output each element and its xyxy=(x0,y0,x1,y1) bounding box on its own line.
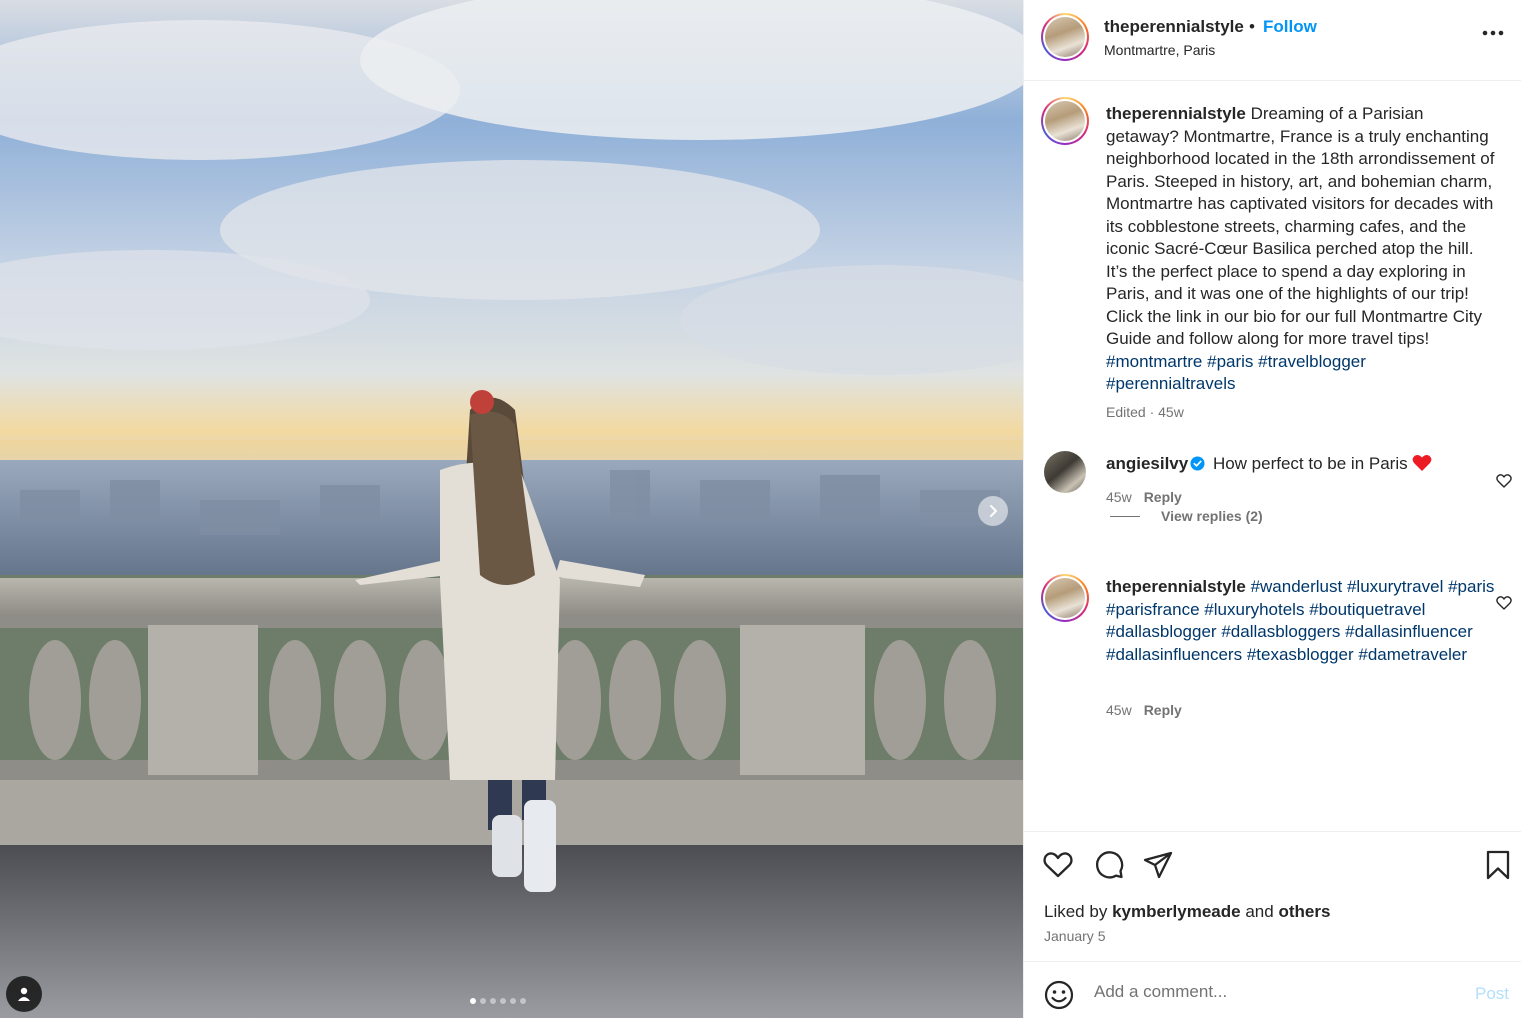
hashtag[interactable]: #dallasbloggers xyxy=(1221,622,1340,641)
likes-summary[interactable]: Liked by kymberlymeade and others xyxy=(1044,902,1330,922)
carousel-dot xyxy=(500,998,506,1004)
add-comment-bar: Post xyxy=(1024,961,1521,1018)
carousel-dot xyxy=(510,998,516,1004)
comment-icon[interactable] xyxy=(1093,849,1125,881)
hashtag[interactable]: #perennialtravels xyxy=(1106,374,1235,393)
emoji-icon[interactable] xyxy=(1043,979,1075,1011)
hashtag[interactable]: #paris xyxy=(1207,352,1253,371)
hashtag[interactable]: #dallasinfluencer xyxy=(1345,622,1473,641)
carousel-dot xyxy=(520,998,526,1004)
hashtag[interactable]: #travelblogger xyxy=(1258,352,1366,371)
post-photo xyxy=(0,0,1023,1018)
chevron-right-icon xyxy=(990,505,997,517)
hashtag[interactable]: #texasblogger xyxy=(1247,645,1354,664)
bookmark-icon[interactable] xyxy=(1482,849,1514,881)
hashtag[interactable]: #luxuryhotels xyxy=(1204,600,1304,619)
verified-badge-icon xyxy=(1190,456,1205,471)
carousel-next-button[interactable] xyxy=(978,496,1008,526)
carousel-dot xyxy=(490,998,496,1004)
liker-username[interactable]: kymberlymeade xyxy=(1112,902,1241,921)
hashtag[interactable]: #luxurytravel xyxy=(1347,577,1443,596)
comments-list[interactable]: theperennialstyle Dreaming of a Parisian… xyxy=(1024,81,1521,831)
caption-body: Dreaming of a Parisian getaway? Montmart… xyxy=(1106,104,1495,348)
separator-dot: • xyxy=(1249,17,1255,36)
caption-username[interactable]: theperennialstyle xyxy=(1106,104,1246,123)
hashtag[interactable]: #dallasblogger xyxy=(1106,622,1217,641)
hashtag[interactable]: #boutiquetravel xyxy=(1309,600,1425,619)
comment-meta: 45w Reply xyxy=(1106,702,1182,718)
carousel-dot xyxy=(470,998,476,1004)
hashtag[interactable]: #parisfrance xyxy=(1106,600,1200,619)
reply-button[interactable]: Reply xyxy=(1144,702,1182,718)
hashtag[interactable]: #wanderlust xyxy=(1251,577,1343,596)
commenter-avatar[interactable] xyxy=(1044,451,1086,493)
post-date: January 5 xyxy=(1044,928,1106,944)
hashtag[interactable]: #paris xyxy=(1448,577,1494,596)
likes-others[interactable]: others xyxy=(1278,902,1330,921)
location-link[interactable]: Montmartre, Paris xyxy=(1104,42,1215,58)
tagged-users-button[interactable] xyxy=(6,976,42,1012)
caption-meta: Edited · 45w xyxy=(1106,404,1184,420)
post-media[interactable] xyxy=(0,0,1023,1018)
red-heart-emoji-icon xyxy=(1412,455,1432,471)
carousel-indicator xyxy=(470,998,526,1004)
likes-and: and xyxy=(1245,902,1274,921)
post-comment-button[interactable]: Post xyxy=(1475,984,1509,1004)
post-details-panel: theperennialstyle • Follow Montmartre, P… xyxy=(1023,0,1521,1018)
comment-time: 45w xyxy=(1106,702,1132,718)
comment-time: 45w xyxy=(1106,489,1132,505)
likes-prefix: Liked by xyxy=(1044,902,1108,921)
hashtag[interactable]: #montmartre xyxy=(1106,352,1202,371)
more-horizontal-icon xyxy=(1482,30,1504,36)
follow-button[interactable]: Follow xyxy=(1263,17,1317,37)
post-header: theperennialstyle • Follow Montmartre, P… xyxy=(1024,0,1521,81)
comment-like-heart-icon[interactable] xyxy=(1496,473,1512,489)
more-options-button[interactable] xyxy=(1480,20,1506,46)
comment-meta: 45w Reply xyxy=(1106,489,1182,505)
comment-like-heart-icon[interactable] xyxy=(1496,595,1512,611)
heart-icon[interactable] xyxy=(1042,849,1074,881)
commenter-avatar[interactable] xyxy=(1041,574,1089,622)
author-avatar[interactable] xyxy=(1041,13,1089,61)
reply-button[interactable]: Reply xyxy=(1144,489,1182,505)
caption-text: theperennialstyle Dreaming of a Parisian… xyxy=(1106,103,1498,396)
view-replies-button[interactable]: View replies (2) xyxy=(1110,508,1263,524)
post-dialog: theperennialstyle • Follow Montmartre, P… xyxy=(0,0,1521,1018)
comment-text: theperennialstyle #wanderlust #luxurytra… xyxy=(1106,576,1498,666)
share-icon[interactable] xyxy=(1142,849,1174,881)
comment-body: How perfect to be in Paris xyxy=(1212,454,1408,473)
carousel-dot xyxy=(480,998,486,1004)
commenter-username[interactable]: theperennialstyle xyxy=(1106,577,1246,596)
replies-divider-line xyxy=(1110,515,1140,517)
author-username[interactable]: theperennialstyle xyxy=(1104,17,1244,37)
post-actions: Liked by kymberlymeade and others Januar… xyxy=(1024,831,1521,961)
comment-text: angiesilvy How perfect to be in Paris xyxy=(1106,453,1498,476)
caption-avatar[interactable] xyxy=(1041,97,1089,145)
commenter-username[interactable]: angiesilvy xyxy=(1106,454,1188,473)
comment-input[interactable] xyxy=(1094,976,1444,1008)
hashtag[interactable]: #dametraveler xyxy=(1358,645,1467,664)
user-tag-icon xyxy=(18,987,30,1001)
hashtag[interactable]: #dallasinfluencers xyxy=(1106,645,1242,664)
view-replies-label: View replies (2) xyxy=(1161,508,1263,524)
